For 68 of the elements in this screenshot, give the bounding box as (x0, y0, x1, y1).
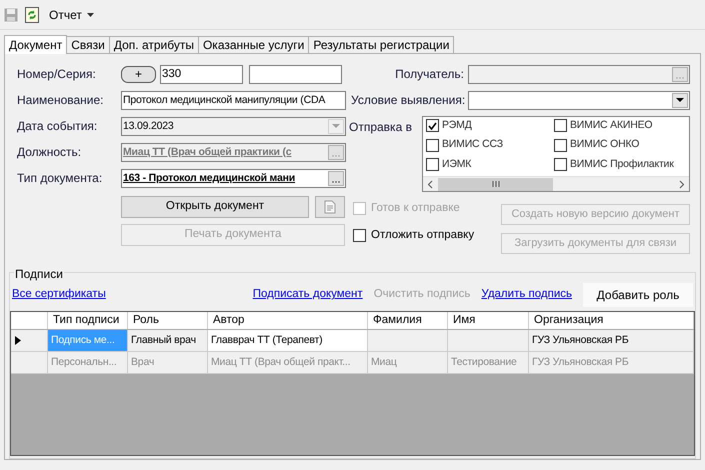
tab[interactable]: Доп. атрибуты (108, 36, 199, 53)
checkbox-label: ИЭМК (442, 156, 472, 172)
checkbox[interactable] (554, 138, 567, 152)
field-label: Должность: (17, 144, 82, 161)
number-field[interactable]: 330 (160, 64, 243, 84)
field-label: Получатель: (394, 66, 465, 83)
field-label: Наименование: (17, 92, 105, 109)
add-role-button[interactable]: Добавить роль (583, 283, 693, 307)
field-value: 163 - Протокол медицинской мани (123, 170, 296, 186)
report-menu[interactable]: Отчет (46, 6, 97, 24)
action-link[interactable]: Подписать документ (252, 286, 363, 304)
checkbox[interactable] (426, 138, 439, 152)
checkbox-label: ВИМИС АКИНЕО (570, 118, 652, 133)
dropdown-button[interactable] (672, 92, 688, 108)
table-cell: Персональн... (48, 352, 128, 373)
table-cell: Главврач ТТ (Терапевт) (208, 330, 368, 351)
field-label: Дата события: (17, 118, 98, 135)
table-cell: Тестирование (448, 352, 529, 373)
all-certificates-link[interactable]: Все сертификаты (12, 286, 106, 304)
horizontal-scrollbar[interactable] (423, 176, 689, 191)
action-link[interactable]: Удалить подпись (481, 286, 572, 304)
tab[interactable]: Оказанные услуги (198, 36, 310, 53)
checkbox-label: Готов к отправке (371, 201, 460, 216)
checkbox-label: ВИМИС Профилактик (570, 156, 674, 172)
document-icon (324, 200, 336, 214)
checkbox-label: Отложить отправку (371, 228, 474, 244)
field-value: Протокол медицинской манипуляции (CDA (123, 92, 326, 108)
checkbox[interactable] (353, 229, 366, 242)
add-button[interactable]: + (121, 66, 156, 82)
table-cell: Подпись ме... (48, 330, 128, 351)
combo-box[interactable] (468, 90, 690, 110)
checkbox[interactable] (426, 158, 439, 172)
caret-icon (332, 124, 340, 128)
field-label: Отправка в (349, 119, 413, 136)
checkbox-label: ВИМИС ОНКО (570, 137, 640, 152)
refresh-icon[interactable] (24, 6, 40, 22)
column-header[interactable]: Имя (448, 312, 529, 329)
field-value: 13.09.2023 (123, 118, 174, 134)
table-cell: ГУЗ Ульяновская РБ (529, 330, 694, 351)
table-cell: ГУЗ Ульяновская РБ (529, 352, 694, 373)
checkbox-label: РЭМД (442, 118, 472, 133)
column-header[interactable]: Фамилия (368, 312, 448, 329)
column-header[interactable]: Роль (128, 312, 208, 329)
field-label: Номер/Серия: (17, 66, 97, 83)
field-label: Тип документа: (17, 170, 104, 187)
lookup-field[interactable]: 163 - Протокол медицинской мани (121, 168, 346, 188)
checkbox-label: ВИМИС ССЗ (442, 137, 503, 152)
current-row-icon (15, 336, 21, 345)
checkbox[interactable] (554, 158, 567, 172)
table-cell: Миац (368, 352, 448, 373)
table-cell: Врач (128, 352, 208, 373)
tab[interactable]: Документ (4, 35, 68, 54)
caret-icon (676, 98, 684, 102)
tab[interactable]: Результаты регистрации (308, 36, 454, 53)
checkbox[interactable] (426, 119, 439, 132)
field-value: Миац ТТ (Врач общей практики (с (123, 144, 292, 160)
checkbox[interactable] (554, 119, 567, 132)
series-field[interactable] (249, 64, 342, 84)
input-field[interactable]: Протокол медицинской манипуляции (CDA (121, 90, 346, 110)
open-document-button[interactable]: Открыть документ (121, 196, 309, 218)
column-header[interactable]: Тип подписи (48, 312, 128, 329)
checkmark-icon (428, 122, 437, 130)
field-label: Условие выявления: (351, 92, 466, 109)
column-header[interactable]: Организация (529, 312, 694, 329)
grip-icon (492, 181, 500, 187)
caret-icon (86, 12, 94, 16)
column-header[interactable]: Автор (208, 312, 368, 329)
table-cell: Миац ТТ (Врач общей практ... (208, 352, 368, 373)
